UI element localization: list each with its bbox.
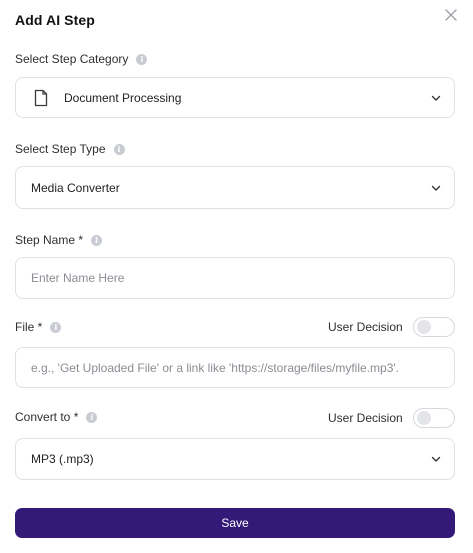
convert-to-label: Convert to * bbox=[15, 410, 79, 424]
file-label-row: File * i bbox=[15, 320, 62, 334]
step-type-label-row: Select Step Type i bbox=[15, 142, 125, 156]
toggle-knob bbox=[416, 411, 431, 425]
file-user-decision: User Decision bbox=[328, 317, 455, 337]
convert-user-decision: User Decision bbox=[328, 408, 455, 428]
info-icon[interactable]: i bbox=[50, 321, 62, 333]
convert-to-selected-value: MP3 (.mp3) bbox=[31, 452, 94, 466]
dialog-title: Add AI Step bbox=[15, 12, 95, 28]
step-type-label: Select Step Type bbox=[15, 142, 106, 156]
file-placeholder: e.g., 'Get Uploaded File' or a link like… bbox=[31, 360, 399, 375]
step-name-input[interactable]: Enter Name Here bbox=[15, 257, 455, 299]
file-user-decision-toggle[interactable] bbox=[412, 317, 455, 337]
convert-to-label-row: Convert to * i bbox=[15, 410, 98, 424]
category-select[interactable]: Document Processing bbox=[15, 77, 455, 118]
step-name-placeholder: Enter Name Here bbox=[31, 271, 125, 285]
info-icon[interactable]: i bbox=[136, 53, 148, 65]
save-button[interactable]: Save bbox=[15, 508, 455, 538]
info-icon[interactable]: i bbox=[91, 234, 103, 246]
category-label: Select Step Category bbox=[15, 52, 129, 66]
convert-user-decision-toggle[interactable] bbox=[412, 408, 455, 428]
step-name-label: Step Name * bbox=[15, 233, 84, 247]
step-type-select[interactable]: Media Converter bbox=[15, 166, 455, 209]
file-input[interactable]: e.g., 'Get Uploaded File' or a link like… bbox=[15, 347, 455, 388]
info-icon[interactable]: i bbox=[113, 143, 125, 155]
category-selected-value: Document Processing bbox=[64, 90, 182, 105]
file-user-decision-label: User Decision bbox=[328, 320, 403, 334]
chevron-down-icon bbox=[431, 185, 441, 191]
convert-user-decision-label: User Decision bbox=[328, 411, 403, 425]
document-icon bbox=[34, 89, 48, 106]
chevron-down-icon bbox=[431, 456, 441, 462]
step-name-label-row: Step Name * i bbox=[15, 233, 103, 247]
step-type-selected-value: Media Converter bbox=[31, 180, 120, 195]
toggle-knob bbox=[416, 320, 431, 334]
convert-to-select[interactable]: MP3 (.mp3) bbox=[15, 438, 455, 480]
info-icon[interactable]: i bbox=[86, 411, 98, 423]
close-icon[interactable] bbox=[442, 6, 460, 24]
category-label-row: Select Step Category i bbox=[15, 52, 148, 66]
chevron-down-icon bbox=[431, 95, 441, 101]
file-label: File * bbox=[15, 320, 43, 334]
